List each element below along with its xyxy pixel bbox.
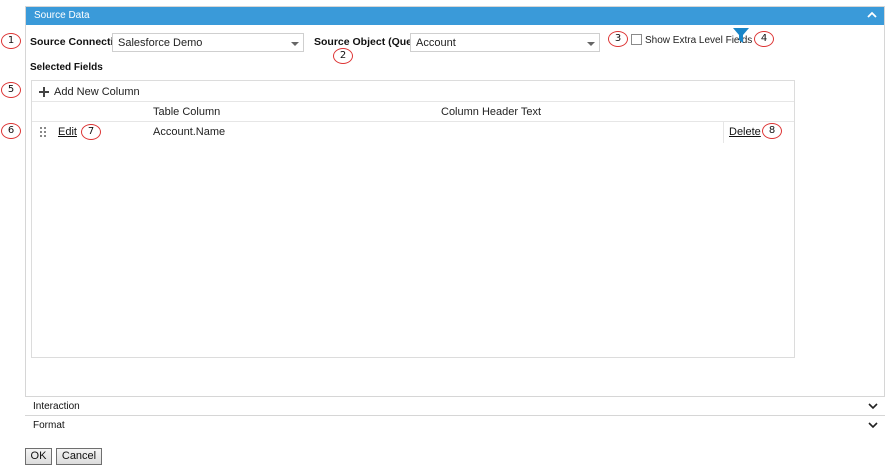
chevron-down-icon[interactable]	[867, 419, 879, 431]
format-section[interactable]: Format	[25, 415, 885, 434]
delete-link[interactable]: Delete	[729, 126, 761, 138]
source-data-header[interactable]: Source Data	[26, 7, 884, 25]
source-object-select[interactable]: Account	[410, 33, 600, 52]
drag-handle-icon[interactable]	[40, 127, 46, 137]
source-object-value: Account	[416, 37, 456, 49]
add-new-column-label: Add New Column	[54, 86, 140, 98]
format-title: Format	[33, 420, 65, 431]
filter-icon[interactable]	[733, 28, 749, 43]
callout-2: 2	[333, 48, 353, 64]
dropdown-arrow-icon	[291, 42, 299, 46]
callout-8: 8	[762, 123, 782, 139]
grid-toolbar: Add New Column	[32, 81, 794, 102]
callout-5: 5	[1, 82, 21, 98]
callout-6: 6	[1, 123, 21, 139]
callout-7: 7	[81, 124, 101, 140]
plus-icon	[39, 87, 49, 97]
table-row: Edit Account.Name Delete	[32, 122, 794, 143]
panel-title: Source Data	[34, 10, 90, 21]
chevron-down-icon[interactable]	[867, 400, 879, 412]
extra-level-fields-checkbox[interactable]	[631, 34, 642, 45]
source-connection-select[interactable]: Salesforce Demo	[112, 33, 304, 52]
callout-1: 1	[1, 33, 21, 49]
table-column-cell: Account.Name	[153, 126, 226, 138]
interaction-section[interactable]: Interaction	[25, 396, 885, 415]
callout-3: 3	[608, 31, 628, 47]
ok-button[interactable]: OK	[25, 448, 52, 465]
add-new-column-button[interactable]: Add New Column	[39, 85, 140, 99]
dropdown-arrow-icon	[587, 42, 595, 46]
header-table-column[interactable]: Table Column	[153, 106, 220, 118]
selected-fields-grid: Add New Column Table Column Column Heade…	[31, 80, 795, 358]
chevron-up-icon[interactable]	[866, 8, 878, 22]
edit-link[interactable]: Edit	[58, 126, 77, 138]
row-divider	[723, 122, 724, 143]
grid-header: Table Column Column Header Text	[32, 102, 794, 122]
interaction-title: Interaction	[33, 401, 80, 412]
cancel-button[interactable]: Cancel	[56, 448, 102, 465]
header-column-header-text[interactable]: Column Header Text	[441, 106, 541, 118]
source-connection-value: Salesforce Demo	[118, 37, 203, 49]
callout-4: 4	[754, 31, 774, 47]
source-object-label: Source Object (Query)	[314, 36, 426, 48]
selected-fields-label: Selected Fields	[30, 62, 103, 73]
